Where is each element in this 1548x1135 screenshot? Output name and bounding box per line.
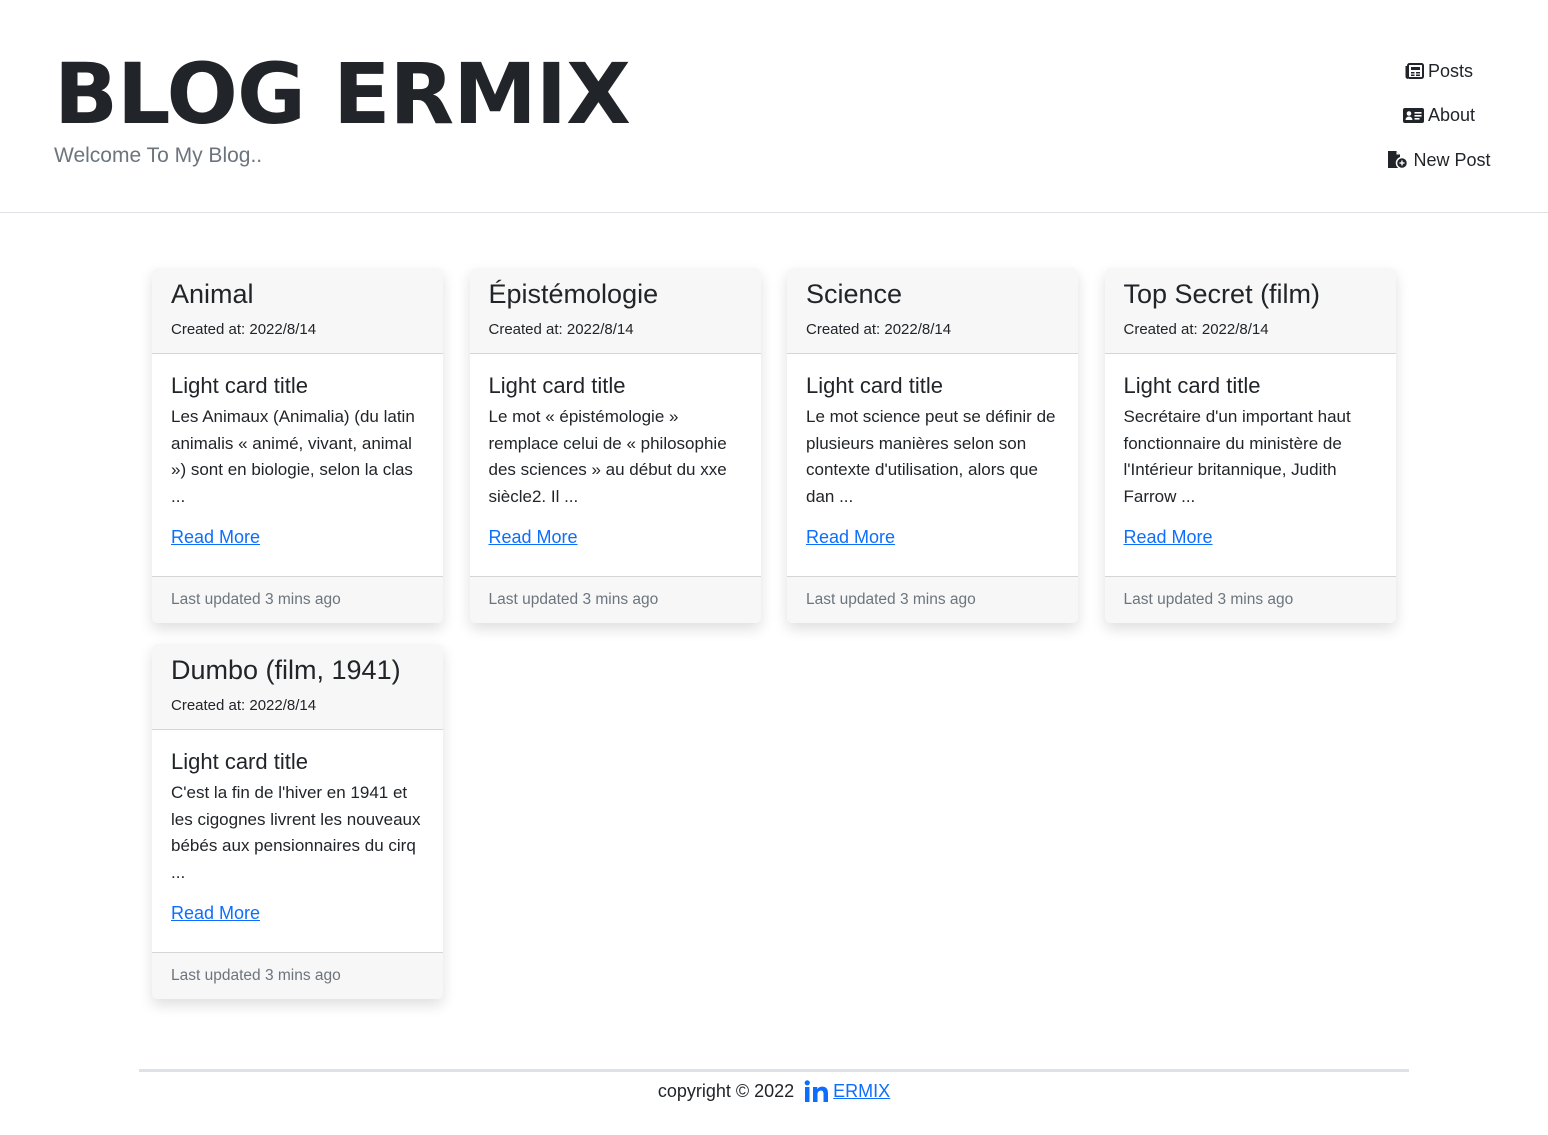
post-card: Épistémologie Created at: 2022/8/14 Ligh… <box>469 268 761 623</box>
last-updated-text: Last updated 3 mins ago <box>171 967 341 984</box>
card-header: Épistémologie Created at: 2022/8/14 <box>469 268 761 354</box>
post-card: Animal Created at: 2022/8/14 Light card … <box>152 268 443 623</box>
post-excerpt: C'est la fin de l'hiver en 1941 et les c… <box>171 783 421 883</box>
card-footer: Last updated 3 mins ago <box>787 576 1078 623</box>
nav-label-new-post: New Post <box>1413 149 1491 170</box>
card-subtitle: Light card title <box>171 373 308 398</box>
card-subtitle: Light card title <box>1123 373 1261 398</box>
footer-divider <box>139 1069 1409 1072</box>
read-more-link[interactable]: Read More <box>806 527 895 548</box>
post-excerpt: Secrétaire d'un important haut fonctionn… <box>1123 407 1351 507</box>
brand: BLOG ERMIX Welcome To My Blog.. <box>54 46 631 168</box>
id-card-icon <box>1402 108 1424 123</box>
read-more-link[interactable]: Read More <box>489 527 578 548</box>
last-updated-text: Last updated 3 mins ago <box>1123 591 1294 608</box>
file-add-icon <box>1388 151 1409 169</box>
post-title: Dumbo (film, 1941) <box>171 655 401 685</box>
linkedin-link-label: ERMIX <box>833 1080 891 1101</box>
card-body: Light card title Le mot science peut se … <box>787 354 1078 576</box>
site-title[interactable]: BLOG ERMIX <box>54 46 631 142</box>
card-body: Light card title Le mot « épistémologie … <box>470 354 761 576</box>
card-footer: Last updated 3 mins ago <box>152 576 443 623</box>
card-footer: Last updated 3 mins ago <box>152 952 443 999</box>
card-header: Top Secret (film) Created at: 2022/8/14 <box>1104 268 1396 354</box>
post-title: Science <box>806 279 903 309</box>
card-header: Science Created at: 2022/8/14 <box>787 268 1078 354</box>
card-header: Animal Created at: 2022/8/14 <box>152 268 443 354</box>
linkedin-icon <box>804 1080 829 1102</box>
post-created-date: Created at: 2022/8/14 <box>806 321 952 338</box>
card-body: Light card title Les Animaux (Animalia) … <box>152 354 443 576</box>
card-body: Light card title Secrétaire d'un importa… <box>1105 354 1396 576</box>
post-card: Dumbo (film, 1941) Created at: 2022/8/14… <box>152 644 443 999</box>
read-more-link[interactable]: Read More <box>171 903 260 924</box>
card-footer: Last updated 3 mins ago <box>469 576 761 623</box>
card-body: Light card title C'est la fin de l'hiver… <box>152 730 443 952</box>
post-grid: Animal Created at: 2022/8/14 Light card … <box>152 268 1396 999</box>
newspaper-icon <box>1405 63 1424 79</box>
site-header: BLOG ERMIX Welcome To My Blog.. Posts Ab… <box>0 0 1548 213</box>
post-created-date: Created at: 2022/8/14 <box>171 321 317 338</box>
card-header: Dumbo (film, 1941) Created at: 2022/8/14 <box>152 644 443 730</box>
post-card: Top Secret (film) Created at: 2022/8/14 … <box>1104 268 1396 623</box>
post-excerpt: Le mot « épistémologie » remplace celui … <box>488 407 727 507</box>
nav-label-about: About <box>1427 105 1476 125</box>
last-updated-text: Last updated 3 mins ago <box>806 591 976 608</box>
post-title: Animal <box>171 279 254 309</box>
copyright-text: copyright © 2022 <box>657 1080 795 1101</box>
post-excerpt: Les Animaux (Animalia) (du latin animali… <box>171 407 415 507</box>
post-created-date: Created at: 2022/8/14 <box>171 697 317 714</box>
site-footer: copyright © 2022 ERMIX <box>0 1080 1548 1102</box>
card-subtitle: Light card title <box>806 373 943 398</box>
site-subtitle: Welcome To My Blog.. <box>54 144 263 167</box>
last-updated-text: Last updated 3 mins ago <box>171 591 341 608</box>
nav-item-posts[interactable]: Posts <box>1384 56 1494 86</box>
main-nav: Posts About New Post <box>1384 56 1494 190</box>
post-created-date: Created at: 2022/8/14 <box>1123 321 1269 338</box>
post-title: Épistémologie <box>488 279 659 309</box>
post-excerpt: Le mot science peut se définir de plusie… <box>806 407 1056 507</box>
post-card: Science Created at: 2022/8/14 Light card… <box>787 268 1078 623</box>
nav-item-new-post[interactable]: New Post <box>1384 145 1494 175</box>
card-footer: Last updated 3 mins ago <box>1104 576 1396 623</box>
nav-item-about[interactable]: About <box>1384 101 1494 131</box>
read-more-link[interactable]: Read More <box>1124 527 1213 548</box>
last-updated-text: Last updated 3 mins ago <box>488 591 659 608</box>
card-subtitle: Light card title <box>488 373 626 398</box>
linkedin-link[interactable]: ERMIX <box>804 1080 890 1102</box>
card-subtitle: Light card title <box>171 749 308 774</box>
nav-label-posts: Posts <box>1427 60 1474 81</box>
read-more-link[interactable]: Read More <box>171 527 260 548</box>
post-created-date: Created at: 2022/8/14 <box>488 321 634 338</box>
post-title: Top Secret (film) <box>1123 279 1321 309</box>
